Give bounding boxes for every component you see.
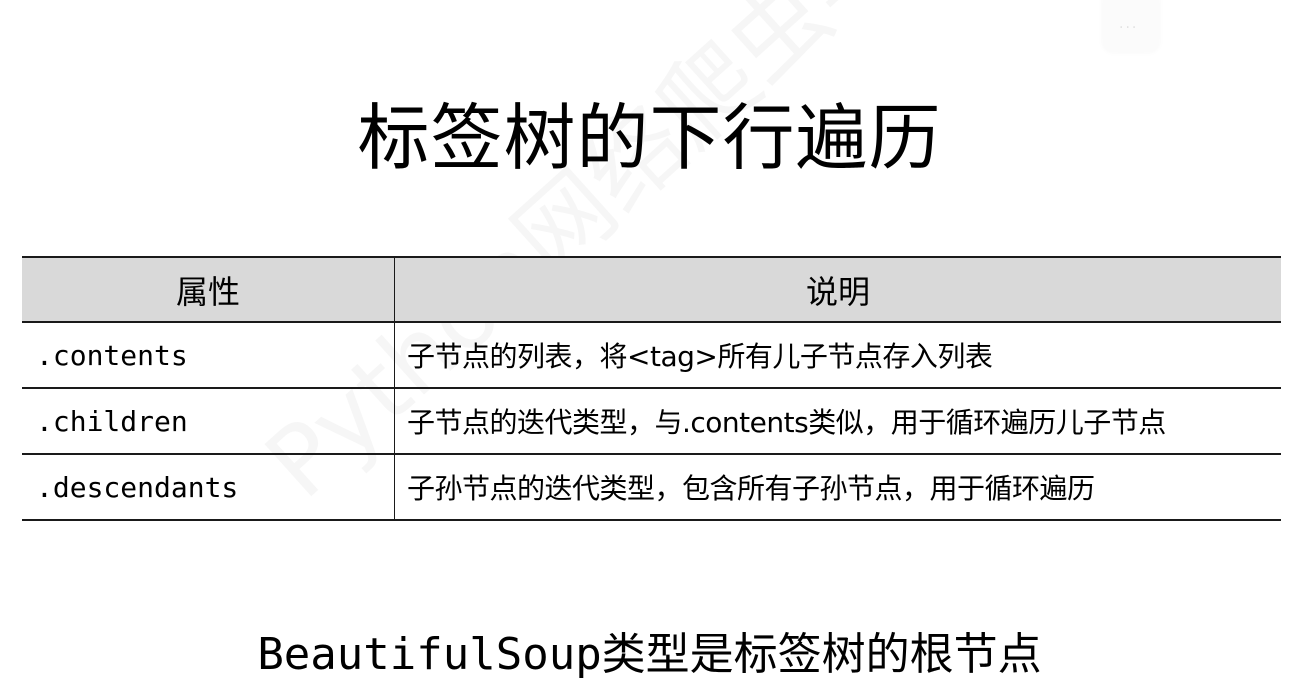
header-description: 说明: [394, 256, 1281, 323]
attribute-cell: .descendants: [22, 453, 395, 521]
corner-widget[interactable]: ···: [1103, 0, 1159, 52]
table-row: .contents 子节点的列表，将<tag>所有儿子节点存入列表: [22, 321, 1281, 389]
table-header-row: 属性 说明: [22, 256, 1281, 323]
more-icon: ···: [1119, 20, 1139, 36]
slide-title: 标签树的下行遍历: [357, 96, 942, 181]
table-row: .children 子节点的迭代类型，与.contents类似，用于循环遍历儿子…: [22, 387, 1281, 455]
attribute-table: 属性 说明 .contents 子节点的列表，将<tag>所有儿子节点存入列表 …: [22, 256, 1281, 521]
description-cell: 子节点的迭代类型，与.contents类似，用于循环遍历儿子节点: [394, 387, 1281, 455]
description-cell: 子孙节点的迭代类型，包含所有子孙节点，用于循环遍历: [394, 453, 1281, 521]
attribute-cell: .children: [22, 387, 395, 455]
table-row: .descendants 子孙节点的迭代类型，包含所有子孙节点，用于循环遍历: [22, 453, 1281, 521]
description-cell: 子节点的列表，将<tag>所有儿子节点存入列表: [394, 321, 1281, 389]
attribute-cell: .contents: [22, 321, 395, 389]
footer-statement: BeautifulSoup类型是标签树的根节点: [257, 629, 1042, 680]
header-attribute: 属性: [22, 256, 395, 323]
